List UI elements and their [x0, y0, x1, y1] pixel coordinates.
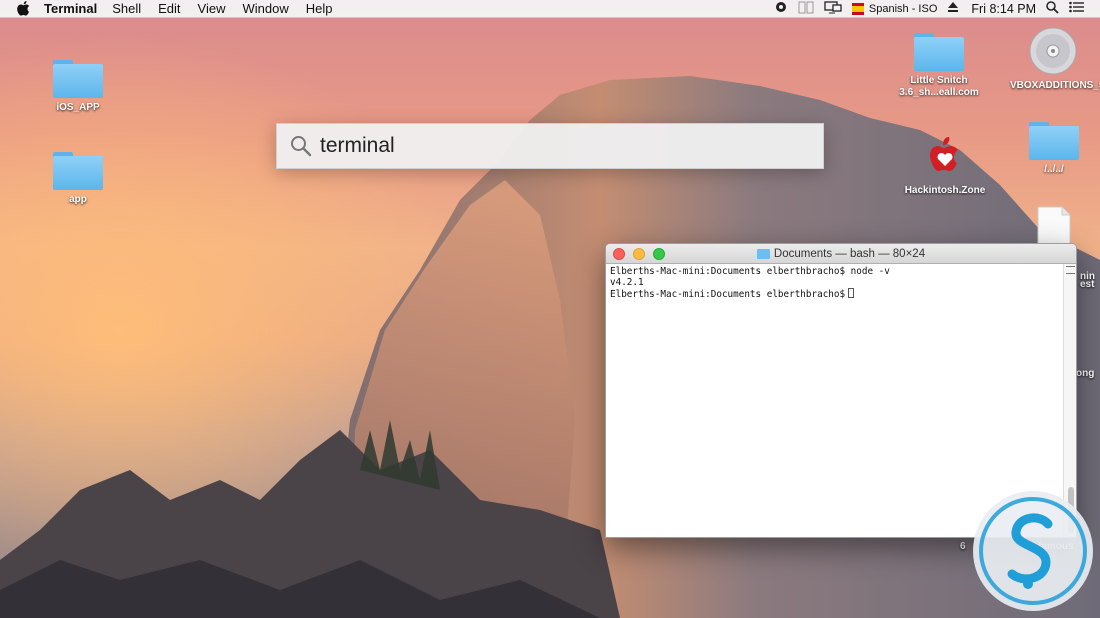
spotlight-search-bar — [276, 123, 824, 169]
folder-icon — [756, 248, 770, 259]
search-icon — [291, 136, 312, 157]
desktop-partial-label: est — [1080, 279, 1095, 290]
desktop-partial-label: 6 — [960, 541, 966, 552]
terminal-title-text: Documents — bash — 80×24 — [773, 247, 926, 260]
hackintosh-apple-icon — [930, 137, 958, 171]
terminal-line: v4.2.1 — [610, 277, 644, 288]
desktop-folder-ios-app[interactable]: iOS_APP — [50, 60, 106, 114]
input-source-menu[interactable]: Spanish - ISO — [851, 2, 938, 15]
eject-icon[interactable] — [947, 1, 959, 16]
terminal-line: Elberths-Mac-mini:Documents elberthbrach… — [610, 266, 890, 277]
terminal-titlebar[interactable]: Documents — bash — 80×24 — [606, 244, 1076, 264]
input-source-label: Spanish - ISO — [868, 2, 938, 15]
display-mirror-icon[interactable] — [824, 0, 842, 17]
menu-window[interactable]: Window — [243, 1, 289, 16]
terminal-prompt-line: Elberths-Mac-mini:Documents elberthbrach… — [610, 288, 1058, 300]
window-controls — [613, 248, 673, 260]
close-button[interactable] — [613, 248, 625, 260]
folder-icon — [53, 152, 103, 190]
desktop-file-label: Hackintosh.Zone — [904, 185, 986, 196]
site-logo-watermark — [973, 491, 1093, 611]
menu-help[interactable]: Help — [306, 1, 333, 16]
desktop-folder-dots[interactable]: /../../ — [1026, 122, 1082, 176]
spotlight-search-icon[interactable] — [1046, 0, 1059, 17]
terminal-title: Documents — bash — 80×24 — [756, 247, 926, 260]
desktop-disk-vbox[interactable]: VBOXADDITIONS_5. — [1010, 26, 1100, 92]
menu-clock[interactable]: Fri 8:14 PM — [971, 2, 1036, 16]
desktop-document[interactable] — [1034, 206, 1074, 246]
desktop-folder-little-snitch[interactable]: Little Snitch 3.6_sh...eall.com — [895, 33, 983, 99]
app-menu-terminal[interactable]: Terminal — [44, 1, 97, 16]
status-menus: Spanish - ISO Fri 8:14 PM — [764, 0, 1100, 18]
dvd-disc-icon — [1029, 27, 1077, 75]
zoom-button[interactable] — [653, 248, 665, 260]
notes-status-icon[interactable] — [798, 1, 814, 17]
desktop-file-hackintosh[interactable]: Hackintosh.Zone — [905, 135, 985, 197]
folder-icon — [53, 60, 103, 98]
desktop-disk-label: VBOXADDITIONS_5. — [1010, 80, 1100, 91]
menu-shell[interactable]: Shell — [112, 1, 141, 16]
menu-view[interactable]: View — [198, 1, 226, 16]
spanish-flag-icon — [851, 2, 864, 15]
folder-icon — [914, 33, 964, 71]
text-cursor — [848, 288, 855, 298]
desktop-folder-label: app — [69, 194, 87, 205]
minimize-button[interactable] — [633, 248, 645, 260]
folder-icon — [1029, 122, 1079, 160]
split-pane-icon[interactable] — [1065, 266, 1075, 274]
gear-status-icon[interactable] — [774, 0, 788, 17]
menu-bar: Terminal Shell Edit View Window Help Spa… — [0, 0, 1100, 18]
desktop-folder-label: /../../ — [1044, 164, 1064, 175]
menu-edit[interactable]: Edit — [158, 1, 180, 16]
desktop-folder-app[interactable]: app — [50, 152, 106, 206]
notification-center-icon[interactable] — [1069, 1, 1084, 16]
desktop-folder-label: Little Snitch 3.6_sh...eall.com — [899, 75, 979, 98]
document-icon — [1037, 206, 1071, 246]
apple-menu-icon[interactable] — [15, 1, 31, 17]
spotlight-search-input[interactable] — [320, 134, 800, 158]
desktop-folder-label: iOS_APP — [56, 102, 100, 113]
desktop-partial-label: ong — [1076, 368, 1095, 379]
terminal-prompt: Elberths-Mac-mini:Documents elberthbrach… — [610, 289, 846, 300]
